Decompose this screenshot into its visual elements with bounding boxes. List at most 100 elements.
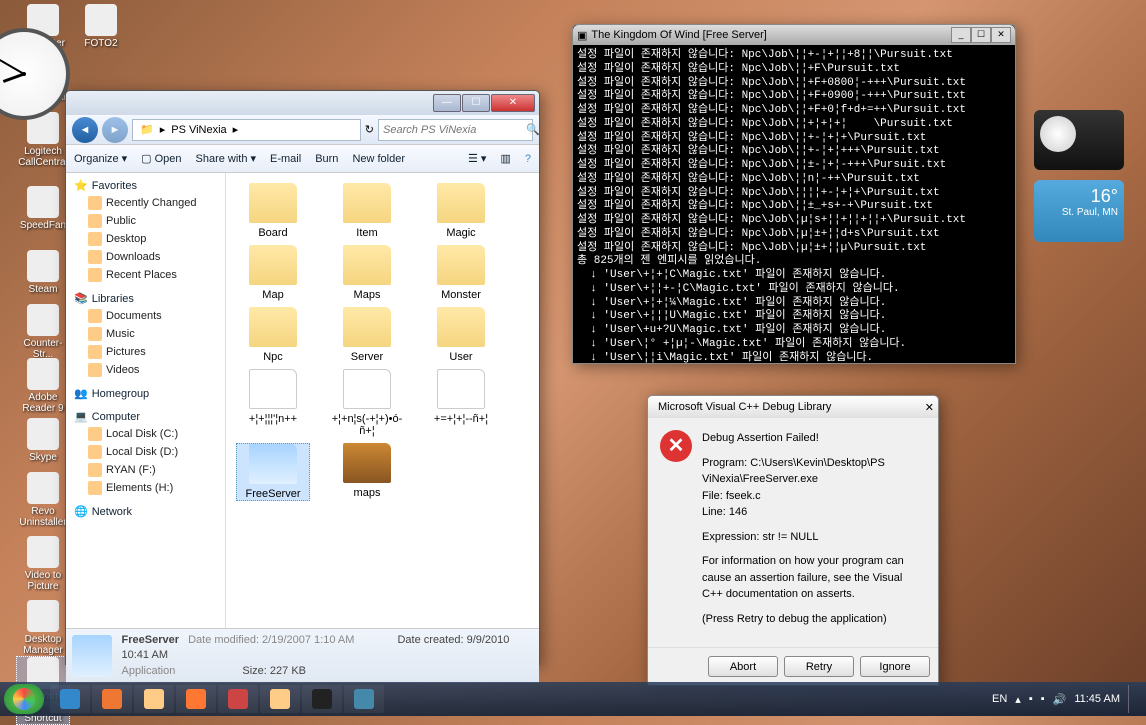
- breadcrumb[interactable]: 📁▸ PS ViNexia▸: [132, 119, 361, 141]
- weather-gadget[interactable]: 16° St. Paul, MN: [1034, 180, 1124, 242]
- show-hidden-icons[interactable]: ▴: [1015, 693, 1021, 706]
- search-input[interactable]: [383, 124, 526, 136]
- file-item[interactable]: Map: [236, 245, 310, 301]
- volume-icon[interactable]: 🔊: [1053, 693, 1067, 706]
- file-item[interactable]: +¦+n¦s(-+¦+)•ó-ñ+¦: [330, 369, 404, 437]
- maximize-button[interactable]: ☐: [971, 27, 991, 43]
- desktop-icon-speedfan[interactable]: SpeedFan: [16, 186, 70, 231]
- sidebar-item[interactable]: Recent Places: [66, 266, 225, 284]
- file-item[interactable]: Magic: [424, 183, 498, 239]
- organize-menu[interactable]: Organize ▾: [74, 152, 127, 165]
- explorer-sidebar: ⭐ Favorites Recently ChangedPublicDeskto…: [66, 173, 226, 628]
- taskbar-ie[interactable]: [50, 685, 90, 713]
- sidebar-item[interactable]: Recently Changed: [66, 194, 225, 212]
- error-icon: ✕: [660, 430, 692, 462]
- network-icon[interactable]: ▪: [1041, 693, 1045, 705]
- back-button[interactable]: ◄: [72, 117, 98, 143]
- show-desktop[interactable]: [1128, 685, 1136, 713]
- taskbar-console[interactable]: [302, 685, 342, 713]
- desktop-icon-video-to-picture[interactable]: Video to Picture: [16, 536, 70, 592]
- temperature: 16°: [1040, 186, 1118, 207]
- taskbar: EN ▴ ▪ ▪ 🔊 11:45 AM: [0, 682, 1146, 716]
- sidebar-item[interactable]: Local Disk (C:): [66, 425, 225, 443]
- taskbar-explorer[interactable]: [134, 685, 174, 713]
- desktop-icon-adobe-reader-9[interactable]: Adobe Reader 9: [16, 358, 70, 414]
- language-indicator[interactable]: EN: [992, 693, 1007, 705]
- file-item[interactable]: FreeServer: [236, 443, 310, 501]
- explorer-titlebar[interactable]: — ☐ ✕: [66, 91, 539, 115]
- taskbar-winbaram[interactable]: [344, 685, 384, 713]
- sidebar-item[interactable]: Downloads: [66, 248, 225, 266]
- desktop-icon-desktop-manager[interactable]: Desktop Manager: [16, 600, 70, 656]
- taskbar-app[interactable]: [218, 685, 258, 713]
- forward-button[interactable]: ►: [102, 117, 128, 143]
- ignore-button[interactable]: Ignore: [860, 656, 930, 677]
- sidebar-item[interactable]: Videos: [66, 361, 225, 379]
- homegroup-header[interactable]: 👥 Homegroup: [66, 385, 225, 402]
- desktop-icon-logitech-callcentral[interactable]: Logitech CallCentral: [16, 112, 70, 168]
- maximize-button[interactable]: ☐: [462, 94, 490, 112]
- abort-button[interactable]: Abort: [708, 656, 778, 677]
- favorites-header[interactable]: ⭐ Favorites: [66, 177, 225, 194]
- sidebar-item[interactable]: RYAN (F:): [66, 461, 225, 479]
- taskbar-media[interactable]: [176, 685, 216, 713]
- refresh-icon[interactable]: ↻: [365, 123, 374, 136]
- taskbar-explorer2[interactable]: [260, 685, 300, 713]
- close-button[interactable]: ✕: [991, 27, 1011, 43]
- taskbar-firefox[interactable]: [92, 685, 132, 713]
- open-button[interactable]: ▢ Open: [141, 152, 181, 165]
- network-header[interactable]: 🌐 Network: [66, 503, 225, 520]
- libraries-header[interactable]: 📚 Libraries: [66, 290, 225, 307]
- sidebar-item[interactable]: Music: [66, 325, 225, 343]
- details-pane: FreeServer Date modified: 2/19/2007 1:10…: [66, 628, 539, 683]
- help-button[interactable]: ?: [525, 153, 531, 165]
- retry-button[interactable]: Retry: [784, 656, 854, 677]
- console-output[interactable]: 설정 파일이 존재하지 않습니다: Npc\Job\¦¦+-¦+¦¦+8¦¦\P…: [573, 45, 1015, 363]
- burn-button[interactable]: Burn: [315, 153, 338, 165]
- sidebar-item[interactable]: Public: [66, 212, 225, 230]
- desktop-icon-revo-uninstaller[interactable]: Revo Uninstaller: [16, 472, 70, 528]
- dialog-titlebar[interactable]: Microsoft Visual C++ Debug Library ✕: [648, 396, 938, 418]
- desktop-icon-foto2[interactable]: FOTO2: [74, 4, 128, 49]
- sidebar-item[interactable]: Pictures: [66, 343, 225, 361]
- desktop-icon-skype[interactable]: Skype: [16, 418, 70, 463]
- console-icon: ▣: [577, 29, 587, 42]
- share-menu[interactable]: Share with ▾: [196, 152, 257, 165]
- weather-location: St. Paul, MN: [1040, 207, 1118, 218]
- file-grid[interactable]: Board Item Magic Map Maps Monster Npc Server Use…: [226, 173, 539, 628]
- file-item[interactable]: Board: [236, 183, 310, 239]
- view-menu[interactable]: ☰ ▾: [468, 152, 486, 165]
- minimize-button[interactable]: —: [433, 94, 461, 112]
- sidebar-item[interactable]: Elements (H:): [66, 479, 225, 497]
- desktop-icon-counter-str-[interactable]: Counter-Str...: [16, 304, 70, 360]
- new-folder-button[interactable]: New folder: [352, 153, 405, 165]
- flag-icon[interactable]: ▪: [1029, 693, 1033, 705]
- search-icon: 🔍: [526, 123, 540, 136]
- clock-text[interactable]: 11:45 AM: [1074, 693, 1120, 705]
- file-item[interactable]: Npc: [236, 307, 310, 363]
- console-titlebar[interactable]: ▣ The Kingdom Of Wind [Free Server] _ ☐ …: [573, 25, 1015, 45]
- file-item[interactable]: User: [424, 307, 498, 363]
- file-item[interactable]: Monster: [424, 245, 498, 301]
- sidebar-item[interactable]: Local Disk (D:): [66, 443, 225, 461]
- desktop-icon-steam[interactable]: Steam: [16, 250, 70, 295]
- file-item[interactable]: maps: [330, 443, 404, 501]
- cpu-meter-gadget[interactable]: [1034, 110, 1124, 170]
- system-tray[interactable]: EN ▴ ▪ ▪ 🔊 11:45 AM: [992, 685, 1142, 713]
- preview-pane-button[interactable]: ▥: [500, 152, 510, 165]
- close-button[interactable]: ✕: [491, 94, 535, 112]
- minimize-button[interactable]: _: [951, 27, 971, 43]
- file-item[interactable]: Item: [330, 183, 404, 239]
- file-item[interactable]: Maps: [330, 245, 404, 301]
- file-item[interactable]: Server: [330, 307, 404, 363]
- sidebar-item[interactable]: Desktop: [66, 230, 225, 248]
- close-button[interactable]: ✕: [925, 401, 934, 414]
- start-button[interactable]: [4, 684, 44, 714]
- file-item[interactable]: +=+¦+¦--ñ+¦: [424, 369, 498, 437]
- computer-header[interactable]: 💻 Computer: [66, 408, 225, 425]
- sidebar-item[interactable]: Documents: [66, 307, 225, 325]
- email-button[interactable]: E-mail: [270, 153, 301, 165]
- file-item[interactable]: +¦+¦¦¦'¦n++: [236, 369, 310, 437]
- search-box[interactable]: 🔍: [378, 119, 533, 141]
- console-window: ▣ The Kingdom Of Wind [Free Server] _ ☐ …: [572, 24, 1016, 364]
